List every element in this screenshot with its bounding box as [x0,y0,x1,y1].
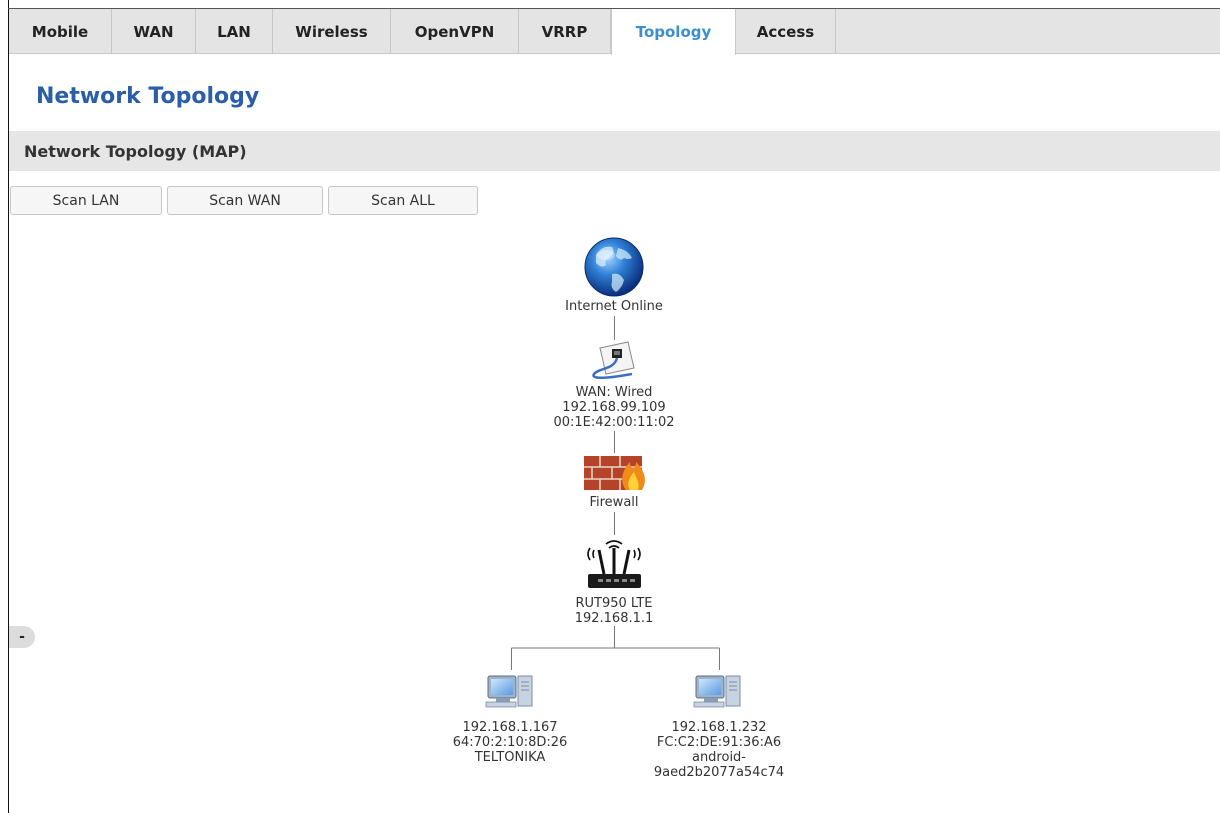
computer-icon [485,675,533,708]
client-hostname-cont: 9aed2b2077a54c74 [653,765,785,780]
computer-icon [693,675,741,708]
wan-mac: 00:1E:42:00:11:02 [553,415,675,430]
wan-ip: 192.168.99.109 [562,400,666,415]
client-mac: 64:70:2:10:8D:26 [452,735,568,750]
internet-status: Internet Online [565,299,663,314]
wired-connection-icon [592,341,635,379]
router-node-label: RUT950 LTE 192.168.1.1 [575,596,654,626]
globe-icon [584,237,644,297]
client-node-label: 192.168.1.167 64:70:2:10:8D:26 TELTONIKA [453,720,568,765]
wan-node-label: WAN: Wired 192.168.99.109 00:1E:42:00:11… [553,385,674,430]
client-hostname: android- [691,750,747,765]
firewall-node-label: Firewall [589,495,638,510]
router-ip: 192.168.1.1 [574,611,654,626]
router-model: RUT950 LTE [575,596,653,611]
internet-node-label: Internet Online [565,299,663,314]
client-mac: FC:C2:DE:91:36:A6 [656,735,782,750]
client-hostname: TELTONIKA [474,750,546,765]
firewall-icon [584,456,645,490]
firewall-label: Firewall [589,495,639,510]
router-icon [587,540,641,588]
wan-type: WAN: Wired [575,385,653,400]
client-node-label: 192.168.1.232 FC:C2:DE:91:36:A6 android-… [654,720,784,780]
client-ip: 192.168.1.232 [671,720,767,735]
client-ip: 192.168.1.167 [462,720,558,735]
